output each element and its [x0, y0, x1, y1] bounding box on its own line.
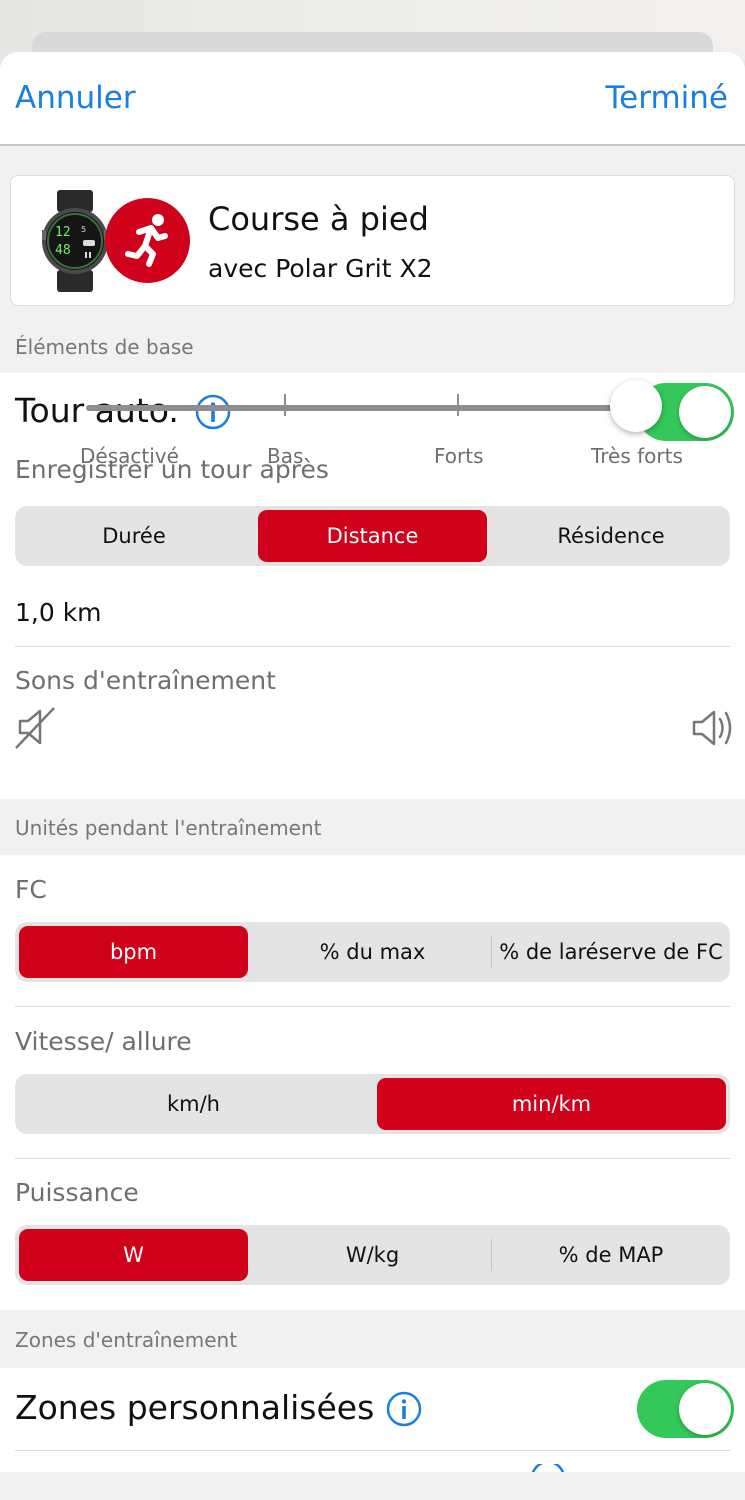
section-header-basics: Éléments de base	[15, 335, 194, 359]
done-button[interactable]: Terminé	[606, 80, 728, 116]
settings-sheet: Annuler Terminé 12 48 5 Course à pied av…	[0, 52, 745, 1472]
speed-unit-label: Vitesse/ allure	[15, 1027, 192, 1056]
segment-watts[interactable]: W	[19, 1229, 248, 1281]
segment-min-per-km[interactable]: min/km	[377, 1078, 726, 1130]
basics-panel: Tour auto. Enregistrer un tour après Dur…	[0, 373, 745, 799]
power-unit-segmented-control: W W/kg % de MAP	[15, 1225, 730, 1285]
sport-title: Course à pied	[208, 200, 429, 238]
units-panel: FC bpm % du max % de laréserve de FC Vit…	[0, 855, 745, 1310]
sport-profile-card: 12 48 5 Course à pied avec Polar Grit X2	[10, 175, 735, 306]
training-sounds-label: Sons d'entraînement	[15, 666, 276, 695]
hr-unit-segmented-control: bpm % du max % de laréserve de FC	[15, 922, 730, 982]
watch-value-top: 12	[55, 225, 71, 240]
sound-slider-thumb[interactable]	[610, 380, 662, 432]
info-icon[interactable]	[385, 1390, 423, 1428]
sound-level-loud[interactable]: Forts	[434, 444, 484, 468]
watch-value-small: 5	[81, 225, 86, 234]
divider	[15, 1006, 730, 1007]
running-sport-icon	[105, 198, 190, 283]
slider-tick	[284, 394, 286, 416]
sound-level-low[interactable]: Bas	[267, 444, 303, 468]
segment-divider	[491, 1239, 492, 1271]
segment-percent-max[interactable]: % du max	[258, 926, 487, 978]
custom-zones-label: Zones personnalisées	[15, 1388, 375, 1427]
sound-slider-track[interactable]	[86, 405, 634, 411]
device-subtitle: avec Polar Grit X2	[208, 254, 433, 283]
cancel-button[interactable]: Annuler	[15, 80, 136, 116]
sound-level-very-loud[interactable]: Très forts	[591, 444, 683, 468]
sound-level-off[interactable]: Désactivé	[80, 444, 179, 468]
segment-percent-map[interactable]: % de MAP	[496, 1229, 726, 1281]
section-header-zones: Zones d'entraînement	[15, 1328, 238, 1352]
segment-percent-reserve[interactable]: % de laréserve de FC	[496, 926, 726, 978]
segment-kmh[interactable]: km/h	[19, 1078, 368, 1130]
divider	[15, 646, 730, 647]
lap-type-segmented-control: Durée Distance Résidence	[15, 506, 730, 566]
info-icon[interactable]	[194, 393, 232, 431]
navigation-bar: Annuler Terminé	[0, 52, 745, 146]
bottom-safe-area	[0, 1472, 745, 1500]
slider-tick	[457, 394, 459, 416]
divider	[15, 1450, 730, 1451]
segment-bpm[interactable]: bpm	[19, 926, 248, 978]
custom-zones-toggle[interactable]	[637, 1380, 734, 1438]
hr-unit-label: FC	[15, 875, 47, 904]
segment-duration[interactable]: Durée	[19, 510, 249, 562]
power-unit-label: Puissance	[15, 1178, 139, 1207]
segment-distance[interactable]: Distance	[258, 510, 487, 562]
toggle-knob	[679, 386, 731, 438]
segment-watts-per-kg[interactable]: W/kg	[258, 1229, 487, 1281]
segment-divider	[491, 936, 492, 968]
toggle-knob	[679, 1383, 731, 1435]
info-icon[interactable]	[529, 1464, 567, 1472]
watch-icon: 12 48 5	[42, 190, 108, 292]
volume-high-icon	[692, 710, 732, 746]
segment-location[interactable]: Résidence	[496, 510, 726, 562]
divider	[15, 1158, 730, 1159]
lap-distance-value[interactable]: 1,0 km	[15, 598, 102, 627]
zones-panel: Zones personnalisées	[0, 1368, 745, 1472]
mute-icon	[15, 707, 55, 749]
watch-value-bottom: 48	[55, 243, 71, 258]
section-header-units: Unités pendant l'entraînement	[15, 816, 322, 840]
speed-unit-segmented-control: km/h min/km	[15, 1074, 730, 1134]
